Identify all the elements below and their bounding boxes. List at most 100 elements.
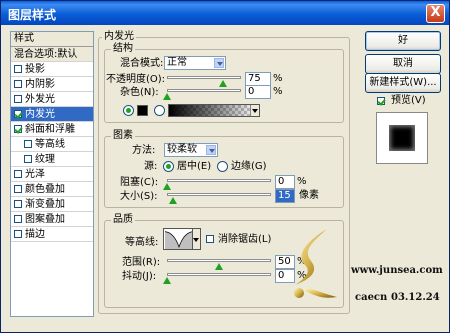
source-edge-radio[interactable] (217, 161, 228, 172)
contour-picker[interactable] (163, 228, 193, 250)
blend-mode-select[interactable]: 正常 (164, 56, 226, 70)
style-list-item[interactable]: 混合选项:默认 (11, 47, 93, 62)
choke-input[interactable]: 0 (275, 175, 295, 189)
style-list-item[interactable]: 描边 (11, 227, 93, 242)
glow-gradient-picker[interactable] (168, 104, 260, 117)
method-select[interactable]: 较柔软 (164, 143, 218, 157)
contour-dropdown-button[interactable] (193, 228, 201, 250)
title-bar[interactable]: 图层样式 X (1, 1, 449, 25)
noise-input[interactable]: 0 (245, 85, 271, 99)
style-list-item[interactable]: 纹理 (11, 152, 93, 167)
noise-slider-thumb[interactable] (163, 93, 171, 100)
method-value: 较柔软 (167, 144, 197, 155)
opacity-unit: % (273, 73, 283, 84)
style-list-item[interactable]: 颜色叠加 (11, 182, 93, 197)
watermark-site: www.junsea.com (351, 265, 443, 276)
style-list-item-label: 外发光 (25, 94, 55, 105)
range-slider-thumb[interactable] (215, 263, 223, 270)
panel-title: 内发光 (102, 31, 136, 42)
style-list-item-label: 颜色叠加 (25, 184, 65, 195)
style-list-item-label: 内发光 (25, 109, 55, 120)
source-center-label: 居中(E) (177, 161, 212, 172)
opacity-slider-thumb[interactable] (218, 80, 227, 87)
watermark-author: caecn (355, 292, 388, 303)
source-edge-label: 边缘(G) (231, 161, 267, 172)
style-list-item-label: 光泽 (25, 169, 45, 180)
method-label: 方法: (132, 145, 156, 156)
style-checkbox[interactable] (14, 80, 22, 88)
style-list-item-label: 斜面和浮雕 (25, 124, 75, 135)
style-list-header: 样式 (11, 32, 93, 47)
style-checkbox[interactable] (14, 95, 22, 103)
jitter-slider-thumb[interactable] (163, 277, 171, 284)
size-label: 大小(S): (120, 191, 158, 202)
close-button[interactable]: X (426, 4, 445, 23)
source-label: 源: (144, 161, 158, 172)
chevron-down-icon (214, 58, 224, 68)
size-slider[interactable] (167, 193, 271, 196)
contour-label: 等高线: (125, 237, 159, 248)
style-list-item[interactable]: 等高线 (11, 137, 93, 152)
glow-color-radio[interactable] (123, 105, 134, 116)
opacity-slider[interactable] (167, 76, 241, 79)
glow-color-swatch[interactable] (137, 105, 148, 116)
watermark-date: 03.12.24 (391, 292, 440, 303)
chevron-down-icon (206, 145, 216, 155)
choke-slider-thumb[interactable] (163, 183, 171, 190)
style-list-item-label: 纹理 (35, 154, 55, 165)
style-list-item[interactable]: 外发光 (11, 92, 93, 107)
opacity-input[interactable]: 75 (245, 72, 271, 86)
style-list-item-label: 内阴影 (25, 79, 55, 90)
style-checkbox[interactable] (24, 155, 32, 163)
noise-label: 杂色(N): (120, 87, 159, 98)
preview-label: 预览(V) (391, 95, 426, 106)
window-title: 图层样式 (8, 8, 57, 22)
antialias-label: 消除锯齿(L) (218, 234, 272, 245)
style-list-item-label: 投影 (25, 64, 45, 75)
style-list-item[interactable]: 渐变叠加 (11, 197, 93, 212)
style-checkbox[interactable] (14, 215, 22, 223)
jitter-slider[interactable] (167, 273, 271, 276)
style-list-item-label: 渐变叠加 (25, 199, 65, 210)
new-style-button[interactable]: 新建样式(W)... (365, 73, 441, 93)
size-unit: 像素 (299, 190, 319, 201)
style-checkbox[interactable] (14, 110, 22, 118)
size-input[interactable]: 15 (275, 189, 295, 203)
choke-slider[interactable] (167, 179, 271, 182)
preview-checkbox[interactable] (377, 97, 385, 105)
quality-label: 品质 (111, 214, 135, 225)
antialias-checkbox[interactable] (206, 235, 214, 243)
source-center-radio[interactable] (163, 161, 174, 172)
style-checkbox[interactable] (14, 65, 22, 73)
style-checkbox[interactable] (14, 230, 22, 238)
noise-slider[interactable] (167, 89, 241, 92)
jitter-label: 抖动(J): (122, 271, 157, 282)
style-list: 样式 混合选项:默认投影内阴影外发光内发光斜面和浮雕等高线纹理光泽颜色叠加渐变叠… (10, 31, 94, 317)
blend-mode-value: 正常 (167, 57, 187, 68)
ok-button[interactable]: 好 (365, 31, 441, 51)
style-checkbox[interactable] (14, 170, 22, 178)
layer-style-dialog: 图层样式 X 样式 混合选项:默认 投影 内阴影 外发光 内发光 斜面和浮雕 等高线 纹理 光泽… (0, 0, 450, 333)
structure-label: 结构 (111, 43, 135, 54)
style-checkbox[interactable] (14, 185, 22, 193)
glow-gradient-radio[interactable] (154, 105, 165, 116)
style-list-item[interactable]: 内阴影 (11, 77, 93, 92)
size-slider-thumb[interactable] (169, 197, 178, 204)
elements-label: 图素 (111, 130, 135, 141)
style-list-item[interactable]: 光泽 (11, 167, 93, 182)
style-list-item[interactable]: 内发光 (11, 107, 93, 122)
style-list-item[interactable]: 图案叠加 (11, 212, 93, 227)
range-label: 范围(R): (122, 257, 161, 268)
style-list-item[interactable]: 投影 (11, 62, 93, 77)
style-checkbox[interactable] (14, 200, 22, 208)
contour-curve-icon (164, 231, 192, 249)
style-list-item[interactable]: 斜面和浮雕 (11, 122, 93, 137)
chevron-down-icon (250, 105, 259, 116)
style-list-item-label: 图案叠加 (25, 214, 65, 225)
style-list-item-label: 描边 (25, 229, 45, 240)
choke-unit: % (297, 176, 307, 187)
range-slider[interactable] (167, 259, 271, 262)
cancel-button[interactable]: 取消 (365, 54, 441, 74)
style-checkbox[interactable] (14, 125, 22, 133)
style-checkbox[interactable] (24, 140, 32, 148)
